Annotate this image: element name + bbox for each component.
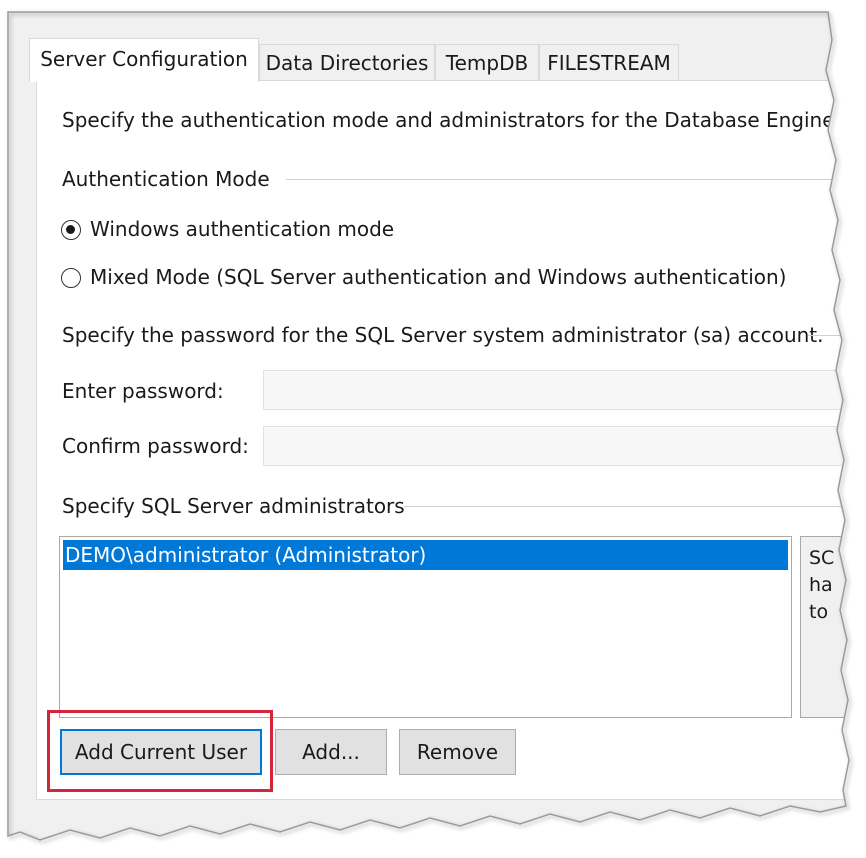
enter-password-field[interactable]: [263, 370, 866, 410]
administrators-group-label: Specify SQL Server administrators: [62, 494, 405, 518]
description-line: to: [809, 601, 829, 623]
password-group-label: Specify the password for the SQL Server …: [62, 323, 824, 347]
windows-auth-label[interactable]: Windows authentication mode: [90, 217, 394, 241]
group-divider: [808, 335, 866, 336]
tab-filestream[interactable]: FILESTREAM: [539, 44, 679, 80]
tab-server-configuration[interactable]: Server Configuration: [29, 38, 259, 82]
enter-password-label: Enter password:: [62, 379, 224, 403]
remove-button[interactable]: Remove: [399, 729, 516, 775]
description-line: ha: [809, 574, 833, 596]
radio-selected-dot: [66, 225, 75, 234]
description-line: SC: [809, 547, 835, 569]
setup-window: Server Configuration Data Directories Te…: [0, 0, 866, 858]
tab-tempdb[interactable]: TempDB: [435, 44, 539, 80]
description-box: SC ha to: [800, 536, 866, 718]
confirm-password-field[interactable]: [263, 426, 866, 466]
mixed-mode-label[interactable]: Mixed Mode (SQL Server authentication an…: [90, 265, 786, 289]
tab-data-directories[interactable]: Data Directories: [259, 44, 435, 80]
add-button[interactable]: Add...: [275, 729, 387, 775]
mixed-mode-radio[interactable]: [61, 268, 81, 288]
group-divider: [286, 179, 866, 180]
windows-auth-radio[interactable]: [61, 220, 81, 240]
group-divider: [404, 506, 866, 507]
list-item-demo-administrator[interactable]: DEMO\administrator (Administrator): [63, 540, 788, 570]
callout-highlight-box: [47, 710, 273, 792]
intro-text: Specify the authentication mode and admi…: [62, 108, 841, 132]
administrators-listbox[interactable]: DEMO\administrator (Administrator): [59, 536, 792, 718]
authentication-mode-label: Authentication Mode: [62, 167, 270, 191]
confirm-password-label: Confirm password:: [62, 434, 249, 458]
